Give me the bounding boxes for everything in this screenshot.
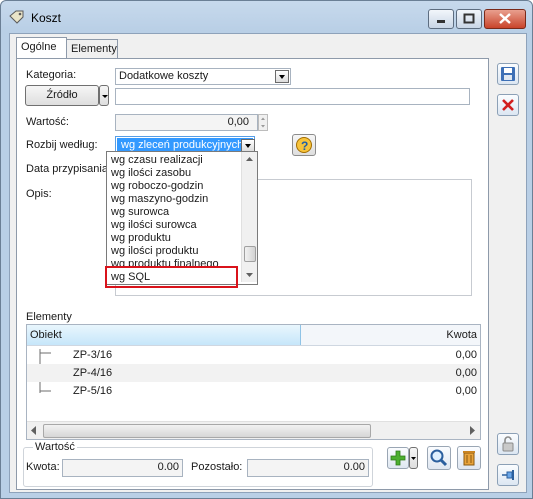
horizontal-scrollbar[interactable] xyxy=(27,421,480,439)
kategoria-label: Kategoria: xyxy=(26,69,77,81)
grid-header: Obiekt Kwota xyxy=(27,325,480,346)
row-obiekt: ZP-4/16 xyxy=(73,367,113,379)
rozbij-value: wg zleceń produkcyjnych xyxy=(121,139,244,151)
summary-pozostalo-field[interactable]: 0.00 xyxy=(247,459,369,477)
close-button[interactable] xyxy=(484,9,526,29)
table-row[interactable]: ZP-4/16 0,00 xyxy=(27,364,480,382)
row-obiekt: ZP-5/16 xyxy=(73,385,113,397)
minimize-icon xyxy=(437,20,445,23)
summary-group-label: Wartość xyxy=(33,441,77,453)
row-kwota: 0,00 xyxy=(455,367,477,379)
delete-button[interactable] xyxy=(497,94,519,116)
elementy-grid: Obiekt Kwota ZP-3/16 0,00 ZP-4/16 0,00 Z… xyxy=(26,324,481,440)
app-window: Koszt Ogólne Elementy Kategoria: Dodatko… xyxy=(0,0,533,499)
help-question-icon: ? xyxy=(296,137,312,153)
title-bar: Koszt xyxy=(1,1,532,35)
chevron-down-icon xyxy=(102,95,108,98)
wartosc-value: 0,00 xyxy=(227,116,249,128)
zrodlo-button-label: Źródło xyxy=(46,89,78,101)
scroll-up-icon[interactable] xyxy=(245,155,254,163)
window-title: Koszt xyxy=(31,11,62,25)
tab-label: Elementy xyxy=(71,43,117,55)
column-header-kwota-label: Kwota xyxy=(446,329,477,341)
lock-button[interactable] xyxy=(497,433,519,455)
scroll-left-icon[interactable] xyxy=(29,425,39,436)
summary-kwota-field[interactable]: 0.00 xyxy=(62,459,183,477)
search-button[interactable] xyxy=(427,446,451,470)
wartosc-field[interactable]: 0,00 xyxy=(115,114,258,131)
row-kwota: 0,00 xyxy=(455,349,477,361)
summary-kwota-label: Kwota: xyxy=(26,461,60,473)
list-item[interactable]: wg produktu xyxy=(111,232,171,244)
red-x-icon xyxy=(502,99,514,111)
delete-element-button[interactable] xyxy=(457,446,481,470)
table-row[interactable]: ZP-3/16 0,00 xyxy=(27,346,480,364)
zrodlo-button[interactable]: Źródło xyxy=(25,85,99,106)
close-icon xyxy=(499,13,511,24)
data-przypisania-label: Data przypisania: xyxy=(26,163,111,175)
column-header-obiekt[interactable]: Obiekt xyxy=(27,325,301,345)
cost-tag-icon xyxy=(9,10,24,24)
sql-option-highlight-frame xyxy=(105,266,238,288)
summary-pozostalo-label: Pozostało: xyxy=(191,461,243,473)
trash-can-icon xyxy=(463,451,475,466)
tab-elementy[interactable]: Elementy xyxy=(66,39,118,58)
kategoria-value: Dodatkowe koszty xyxy=(119,70,209,82)
list-item[interactable]: wg surowca xyxy=(111,206,169,218)
scroll-thumb[interactable] xyxy=(43,424,371,438)
list-item[interactable]: wg maszyno-godzin xyxy=(111,193,208,205)
minimize-button[interactable] xyxy=(428,9,454,29)
save-button[interactable] xyxy=(497,63,519,85)
list-item[interactable]: wg czasu realizacji xyxy=(111,154,203,166)
column-header-obiekt-label: Obiekt xyxy=(30,329,62,341)
opis-label: Opis: xyxy=(26,188,52,200)
row-kwota: 0,00 xyxy=(455,385,477,397)
floppy-disk-icon xyxy=(501,67,515,81)
list-item[interactable]: wg ilości zasobu xyxy=(111,167,191,179)
maximize-button[interactable] xyxy=(456,9,482,29)
row-obiekt: ZP-3/16 xyxy=(73,349,113,361)
scroll-down-icon[interactable] xyxy=(245,271,254,279)
list-item[interactable]: wg produktu finalnego xyxy=(111,258,219,266)
svg-text:?: ? xyxy=(301,139,308,153)
pushpin-icon xyxy=(502,470,514,480)
list-item[interactable]: wg ilości surowca xyxy=(111,219,197,231)
elementy-group-label: Elementy xyxy=(26,311,72,323)
rozbij-dropdown-list: wg czasu realizacji wg ilości zasobu wg … xyxy=(106,151,258,285)
dropdown-scrollbar[interactable] xyxy=(241,152,257,282)
kategoria-select[interactable]: Dodatkowe koszty xyxy=(115,68,291,85)
table-row[interactable]: ZP-5/16 0,00 xyxy=(27,382,480,400)
help-button[interactable]: ? xyxy=(292,134,316,156)
scroll-right-icon[interactable] xyxy=(467,425,477,436)
add-menu-button[interactable] xyxy=(409,447,418,469)
wartosc-label: Wartość: xyxy=(26,116,69,128)
pin-button[interactable] xyxy=(497,464,519,486)
add-button[interactable] xyxy=(387,447,409,469)
rozbij-label: Rozbij według: xyxy=(26,139,98,151)
summary-kwota-value: 0.00 xyxy=(157,461,179,473)
chevron-down-icon xyxy=(411,457,416,460)
list-item[interactable]: wg ilości produktu xyxy=(111,245,198,257)
summary-pozostalo-value: 0.00 xyxy=(343,461,365,473)
window-client: Ogólne Elementy Kategoria: Dodatkowe kos… xyxy=(9,33,527,493)
magnifier-icon xyxy=(430,449,448,467)
column-header-kwota[interactable]: Kwota xyxy=(301,325,480,345)
scroll-thumb[interactable] xyxy=(244,246,256,262)
wartosc-spinner[interactable] xyxy=(258,114,268,131)
kategoria-dropdown-arrow[interactable] xyxy=(275,70,289,83)
zrodlo-menu-button[interactable] xyxy=(99,85,109,106)
maximize-icon xyxy=(463,13,475,24)
list-item[interactable]: wg roboczo-godzin xyxy=(111,180,203,192)
zrodlo-field[interactable] xyxy=(115,88,470,105)
tab-label: Ogólne xyxy=(21,41,57,53)
tab-ogolne[interactable]: Ogólne xyxy=(16,37,67,59)
padlock-icon xyxy=(502,436,514,452)
green-plus-icon xyxy=(390,450,406,466)
